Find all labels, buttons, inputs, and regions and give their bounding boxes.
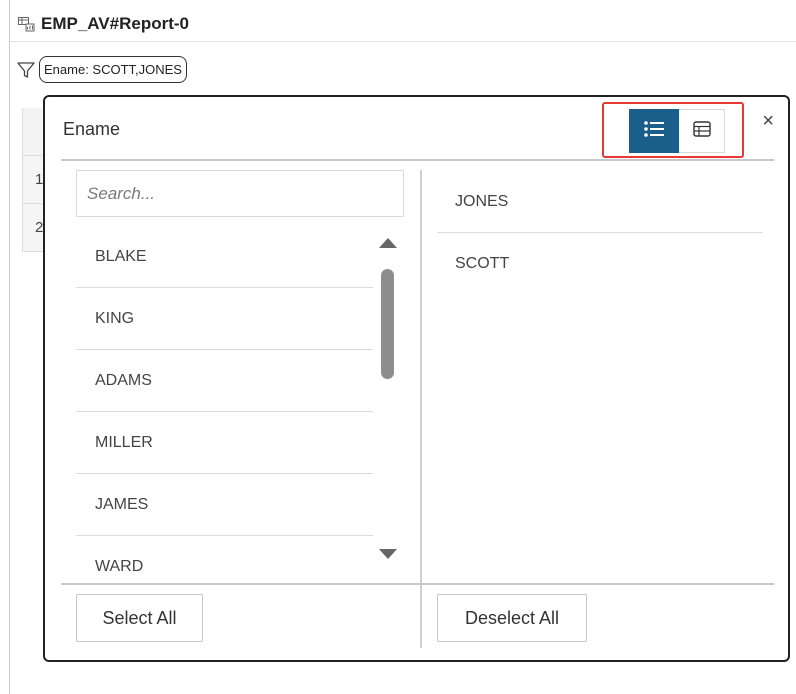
view-toggle [629,109,725,153]
list-item[interactable]: WARD [76,536,373,578]
funnel-icon[interactable] [16,60,36,80]
popup-header-divider [61,159,774,161]
table-header-cell [22,108,44,156]
grid-view-icon [692,120,711,142]
list-view-button[interactable] [629,109,679,153]
column-divider [420,170,422,648]
popup-title: Ename [63,119,121,139]
grid-view-button[interactable] [679,109,725,153]
background-table: 1 2 [22,108,44,252]
report-icon [18,16,35,32]
header-divider [10,41,796,42]
search-input[interactable] [76,170,404,217]
select-all-button[interactable]: Select All [76,594,203,642]
popup-footer-divider [61,583,774,585]
filter-popup: Ename × Search... BLAKE KING ADAMS MILLE… [43,95,790,662]
selected-item[interactable]: JONES [437,171,763,233]
close-button[interactable]: × [762,111,774,131]
report-header: EMP_AV#Report-0 [18,12,189,36]
scrollbar-thumb[interactable] [381,269,394,379]
table-row-number: 1 [22,156,44,204]
available-list: BLAKE KING ADAMS MILLER JAMES WARD [76,226,373,578]
deselect-all-button[interactable]: Deselect All [437,594,587,642]
list-view-icon [643,119,665,144]
list-item[interactable]: ADAMS [76,350,373,412]
list-item[interactable]: MILLER [76,412,373,474]
list-item[interactable]: KING [76,288,373,350]
list-item[interactable]: BLAKE [76,226,373,288]
selected-item[interactable]: SCOTT [437,233,763,295]
report-title: EMP_AV#Report-0 [41,14,189,33]
scrollbar[interactable] [378,233,398,573]
selected-list: JONES SCOTT [437,171,763,295]
table-row-number: 2 [22,204,44,252]
list-item[interactable]: JAMES [76,474,373,536]
scroll-up-arrow-icon[interactable] [379,238,397,248]
scroll-down-arrow-icon[interactable] [379,549,397,559]
filter-bar: Ename: SCOTT,JONES [16,56,187,83]
filter-chip-ename[interactable]: Ename: SCOTT,JONES [39,56,187,83]
left-border [9,0,10,694]
